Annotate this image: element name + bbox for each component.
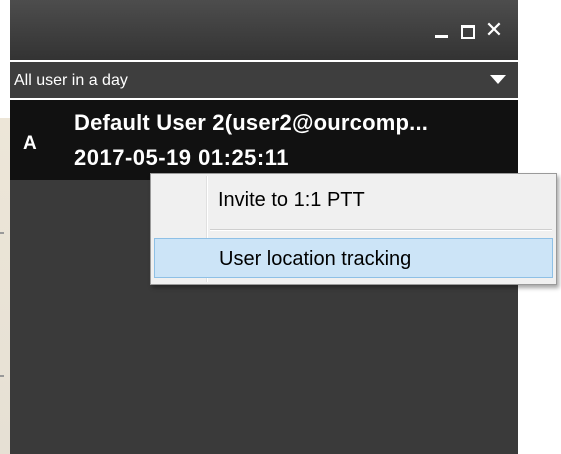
map-strip: [0, 118, 10, 454]
menu-separator: [210, 229, 552, 231]
maximize-icon[interactable]: [458, 20, 478, 42]
filter-selected-value: All user in a day: [14, 72, 128, 89]
menu-item-label: Invite to 1:1 PTT: [218, 189, 365, 211]
user-list-item[interactable]: A Default User 2(user2@ourcomp... 2017-0…: [10, 100, 518, 180]
user-avatar-letter: A: [23, 133, 37, 154]
menu-item-location-tracking[interactable]: User location tracking: [154, 238, 553, 278]
user-timestamp: 2017-05-19 01:25:11: [74, 145, 289, 170]
user-name: Default User 2(user2@ourcomp...: [74, 110, 429, 135]
close-icon[interactable]: ✕: [484, 20, 504, 42]
context-menu: Invite to 1:1 PTT User location tracking: [150, 173, 557, 285]
window-titlebar: ✕: [10, 0, 518, 60]
map-tick: [0, 232, 4, 234]
map-edge: [0, 0, 10, 454]
menu-item-invite-ptt[interactable]: Invite to 1:1 PTT: [154, 180, 553, 220]
user-filter-dropdown[interactable]: All user in a day: [10, 62, 518, 98]
map-tick: [0, 375, 4, 377]
chevron-down-icon[interactable]: [490, 75, 506, 84]
menu-item-label: User location tracking: [219, 248, 412, 270]
minimize-icon[interactable]: [432, 20, 452, 42]
